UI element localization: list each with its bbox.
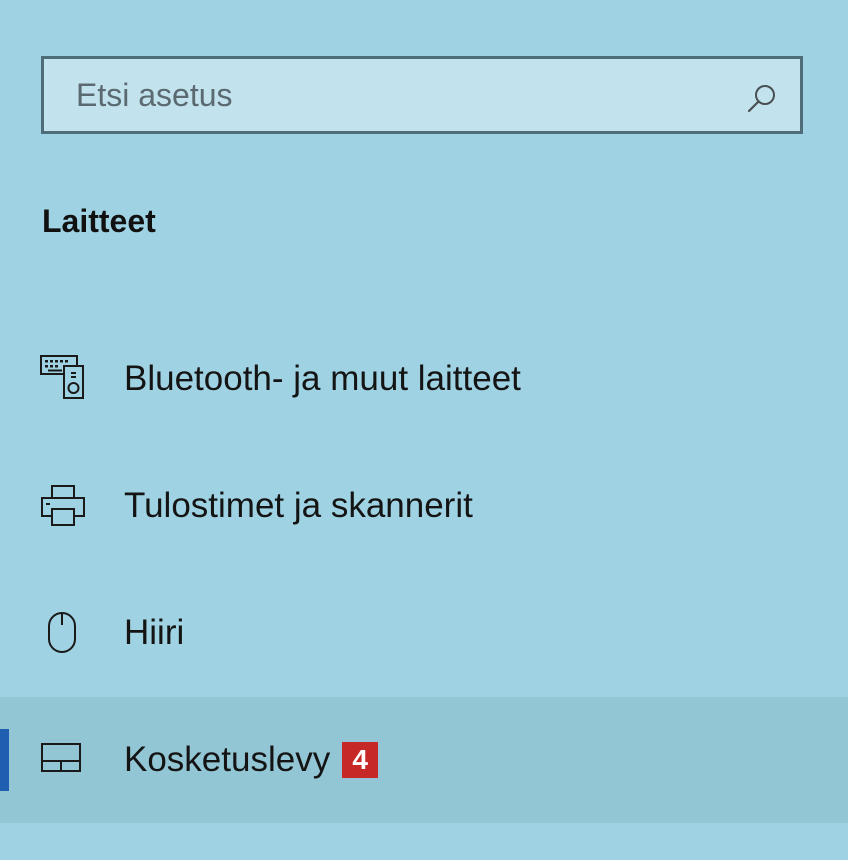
nav-item-mouse[interactable]: Hiiri (0, 570, 848, 696)
step-number-badge: 4 (342, 742, 379, 778)
nav-item-printers-scanners[interactable]: Tulostimet ja skannerit (0, 443, 848, 569)
nav-item-label: Kosketuslevy 4 (124, 740, 379, 780)
touchpad-icon (38, 735, 88, 785)
search-input[interactable] (44, 59, 800, 131)
selection-indicator (0, 729, 9, 791)
nav-item-bluetooth-devices[interactable]: Bluetooth- ja muut laitteet (0, 316, 848, 442)
nav-item-label-text: Kosketuslevy (124, 740, 331, 779)
search-box[interactable] (41, 56, 803, 134)
bluetooth-devices-icon (38, 354, 88, 404)
nav-item-label: Hiiri (124, 613, 185, 652)
mouse-icon (38, 608, 88, 658)
printer-icon (38, 481, 88, 531)
nav-item-label: Tulostimet ja skannerit (124, 486, 473, 525)
nav-item-touchpad[interactable]: Kosketuslevy 4 (0, 697, 848, 823)
nav-item-label: Bluetooth- ja muut laitteet (124, 359, 521, 398)
search-icon[interactable] (744, 81, 780, 117)
section-title: Laitteet (42, 203, 156, 239)
